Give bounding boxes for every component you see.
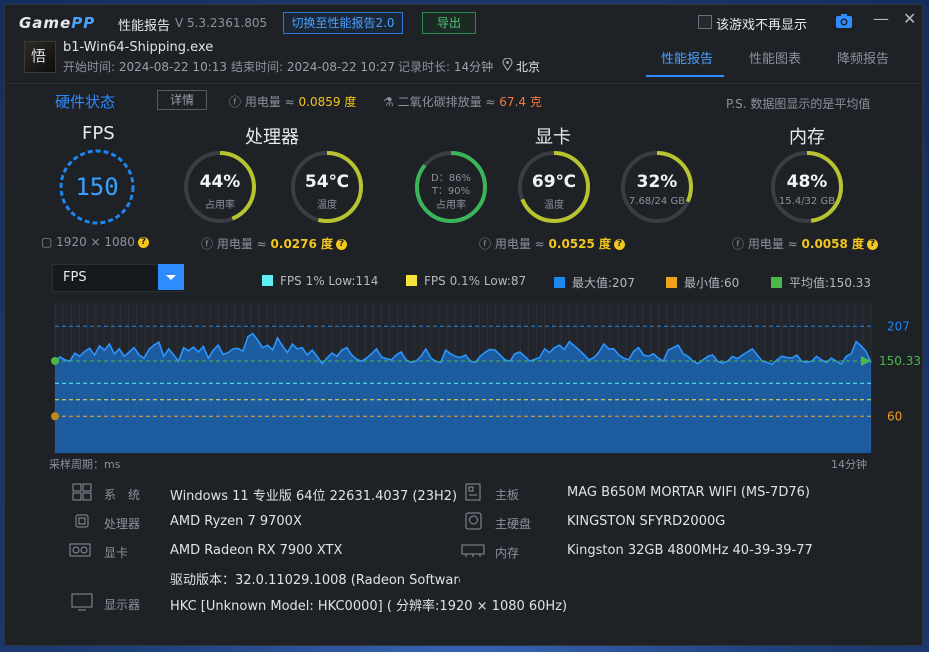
- disk-value: KINGSTON SFYRD2000G: [567, 514, 726, 529]
- export-button[interactable]: 导出: [422, 12, 476, 34]
- cpu-icon: [71, 512, 93, 530]
- tab-performance-report[interactable]: 性能报告: [661, 48, 713, 67]
- location-city: 北京: [516, 60, 541, 74]
- help-icon[interactable]: ?: [614, 239, 626, 250]
- version-label: V 5.3.2361.805: [175, 16, 268, 30]
- switch-report-v2-button[interactable]: 切换至性能报告2.0: [283, 12, 403, 34]
- motherboard-label: 主板: [495, 488, 520, 502]
- memory-gauge: 48% 15.4/32 GB: [768, 148, 846, 226]
- reference-label: 207: [887, 319, 910, 333]
- x-axis-label: 采样周期：ms: [49, 458, 121, 471]
- memory-heading: 内存: [789, 127, 825, 148]
- legend-max: 最大值:207: [554, 274, 635, 291]
- gamepp-logo: GamePP: [19, 14, 96, 32]
- os-label: 系 统: [104, 488, 141, 502]
- close-button[interactable]: ✕: [903, 9, 916, 28]
- cpu-usage-gauge: 44% 占用率: [181, 148, 259, 226]
- duration: 记录时长: 14分钟: [398, 60, 494, 74]
- power-icon: ⓕ: [201, 237, 214, 251]
- gpu-icon: [69, 541, 91, 559]
- gpu-power: ⓕ 用电量 ≈ 0.0525 度?: [479, 235, 626, 252]
- fps-heading: FPS: [82, 123, 115, 144]
- driver-version: 驱动版本：32.0.11029.1008 (Radeon Software Ad…: [170, 573, 460, 588]
- average-note: P.S. 数据图显示的是平均值: [726, 97, 871, 111]
- hide-game-label[interactable]: 该游戏不再显示: [716, 14, 807, 33]
- motherboard-icon: [463, 483, 485, 501]
- location-pin-icon: [502, 57, 513, 74]
- windows-icon: [71, 483, 93, 501]
- tab-throttle-report[interactable]: 降频报告: [837, 48, 889, 67]
- window-title: 性能报告: [118, 19, 171, 34]
- end-time: 结束时间: 2024-08-22 10:27: [231, 60, 396, 74]
- gpu-heading: 显卡: [535, 127, 571, 148]
- memory-power: ⓕ 用电量 ≈ 0.0058 度?: [732, 235, 879, 252]
- start-time: 开始时间: 2024-08-22 10:13: [63, 60, 228, 74]
- resolution: ▢ 1920 × 1080?: [41, 235, 149, 249]
- motherboard-value: MAG B650M MORTAR WIFI (MS-7D76): [567, 485, 810, 500]
- tab-performance-chart[interactable]: 性能图表: [749, 48, 801, 67]
- reference-label: 150.33: [879, 354, 921, 368]
- fps-gauge: 150: [58, 148, 136, 226]
- monitor-small-icon: ▢: [41, 235, 53, 249]
- chevron-down-icon[interactable]: [158, 264, 184, 290]
- legend-fps-01-low: FPS 0.1% Low:87: [406, 274, 526, 288]
- game-avatar: 悟: [24, 41, 56, 73]
- gamepp-window: GamePP 性能报告 V 5.3.2361.805 切换至性能报告2.0 导出…: [4, 4, 923, 646]
- cpu-heading: 处理器: [245, 127, 299, 148]
- hide-game-checkbox[interactable]: [698, 15, 712, 29]
- minimize-button[interactable]: —: [873, 9, 889, 28]
- gpu-label: 显卡: [104, 546, 129, 560]
- power-icon: ⓕ: [229, 95, 242, 109]
- legend-min: 最小值:60: [666, 274, 739, 291]
- ram-value: Kingston 32GB 4800MHz 40-39-39-77: [567, 543, 813, 558]
- metric-select[interactable]: FPS: [52, 264, 184, 292]
- os-value: Windows 11 专业版 64位 22631.4037 (23H2): [170, 489, 458, 504]
- cpu-temp-gauge: 54℃ 温度: [288, 148, 366, 226]
- total-power: ⓕ 用电量 ≈ 0.0859 度: [229, 95, 357, 109]
- average-marker: [51, 356, 59, 365]
- disk-icon: [463, 512, 485, 530]
- min-marker: [51, 412, 59, 421]
- reference-label: 60: [887, 409, 902, 423]
- legend-fps-1-low: FPS 1% Low:114: [262, 274, 378, 288]
- gpu-memory-gauge: 32% 7.68/24 GB: [618, 148, 696, 226]
- help-icon[interactable]: ?: [867, 239, 879, 250]
- monitor-label: 显示器: [104, 598, 141, 612]
- ram-label: 内存: [495, 546, 520, 560]
- fps-chart: 207 150.33 60: [51, 303, 921, 453]
- details-button[interactable]: 详情: [157, 90, 207, 110]
- tab-active-indicator: [646, 75, 724, 77]
- power-icon: ⓕ: [479, 237, 492, 251]
- monitor-icon: [71, 593, 93, 611]
- gpu-usage-gauge: D：86% T：90% 占用率: [412, 148, 490, 226]
- cpu-value: AMD Ryzen 7 9700X: [170, 514, 302, 529]
- help-icon[interactable]: ?: [137, 237, 149, 248]
- process-name: b1-Win64-Shipping.exe: [63, 40, 214, 55]
- cpu-power: ⓕ 用电量 ≈ 0.0276 度?: [201, 235, 348, 252]
- help-icon[interactable]: ?: [336, 239, 348, 250]
- gpu-temp-gauge: 69℃ 温度: [515, 148, 593, 226]
- legend-average: 平均值:150.33: [771, 274, 871, 291]
- divider: [5, 83, 922, 84]
- disk-label: 主硬盘: [495, 517, 532, 531]
- power-icon: ⓕ: [732, 237, 745, 251]
- cpu-label: 处理器: [104, 517, 141, 531]
- camera-icon[interactable]: [835, 13, 853, 29]
- flask-icon: ⚗: [383, 95, 394, 109]
- co2-emission: ⚗ 二氧化碳排放量 ≈ 67.4 克: [383, 95, 542, 109]
- gpu-value: AMD Radeon RX 7900 XTX: [170, 543, 343, 558]
- monitor-value: HKC [Unknown Model: HKC0000] ( 分辨率:1920 …: [170, 599, 568, 614]
- ram-icon: [461, 541, 485, 559]
- hardware-status-title: 硬件状态: [55, 93, 116, 111]
- x-axis-end: 14分钟: [831, 458, 867, 471]
